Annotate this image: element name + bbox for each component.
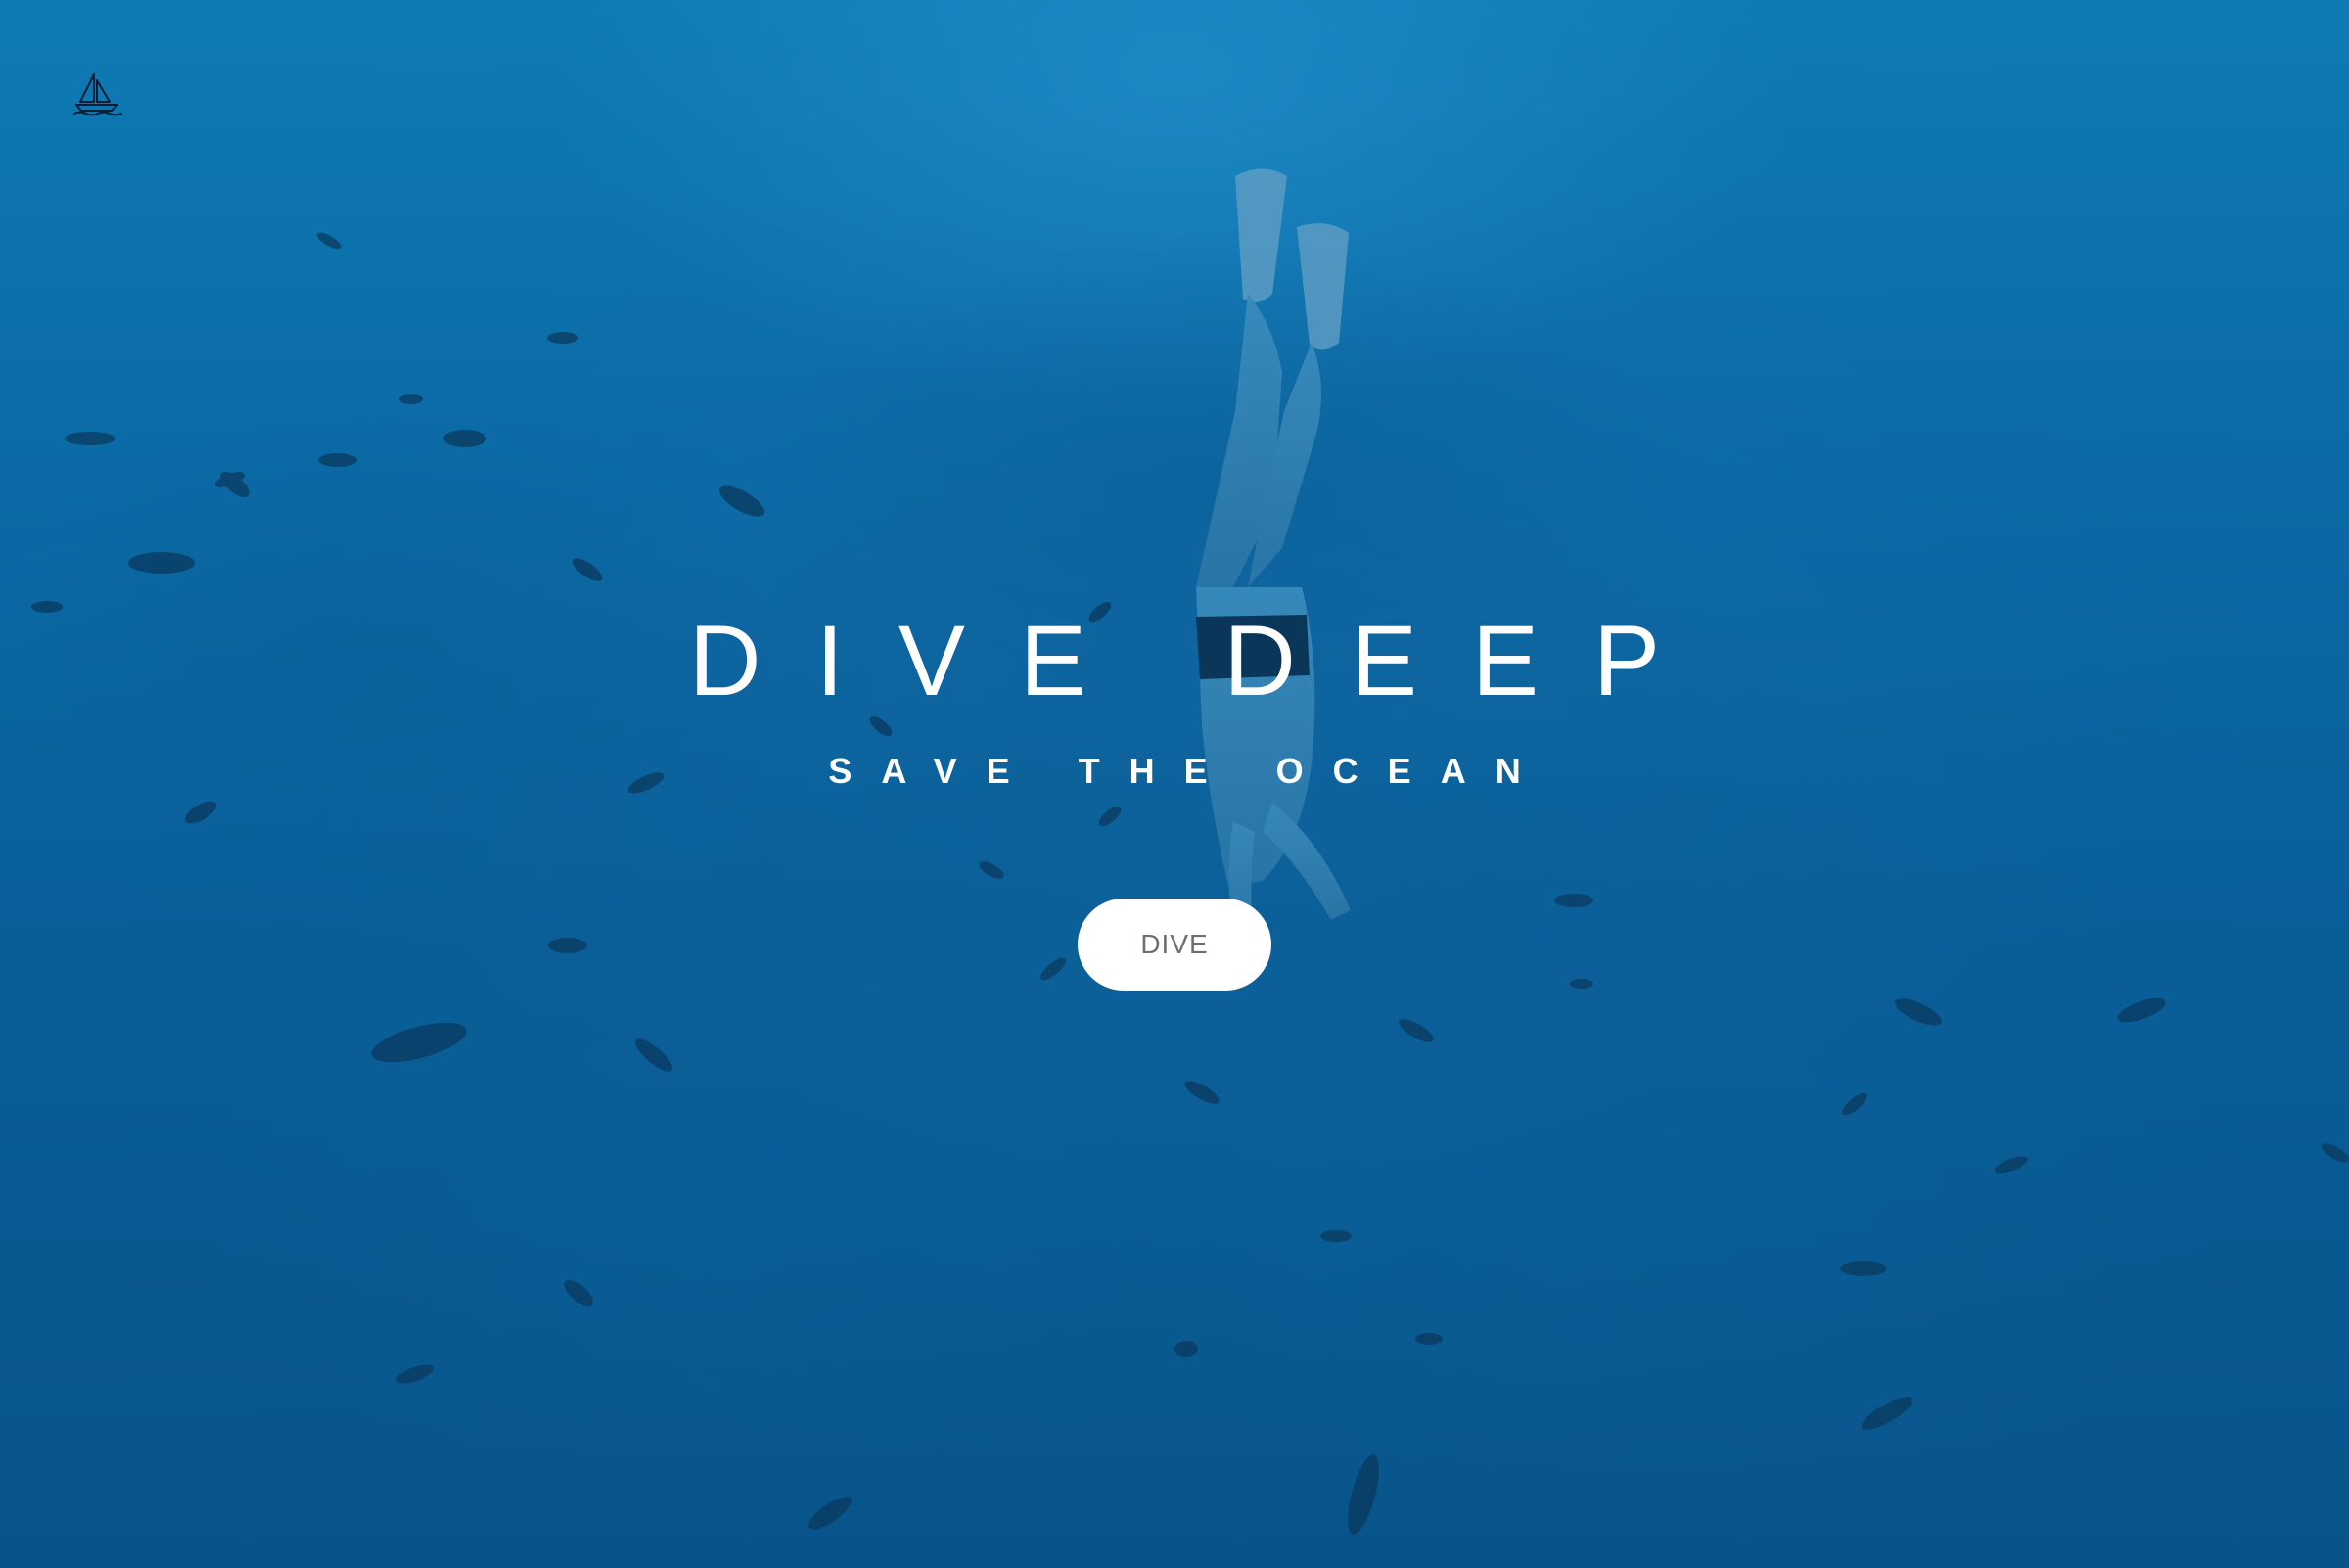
hero-title: DIVE DEEP [688,605,1716,716]
logo-link[interactable] [72,70,123,117]
dive-button[interactable]: DIVE [1078,899,1271,991]
hero-subtitle: SAVE THE OCEAN [828,751,1550,791]
hero-section: DIVE DEEP SAVE THE OCEAN DIVE [0,0,2349,1568]
rocks [0,235,2251,1537]
sailboat-icon [73,73,122,116]
